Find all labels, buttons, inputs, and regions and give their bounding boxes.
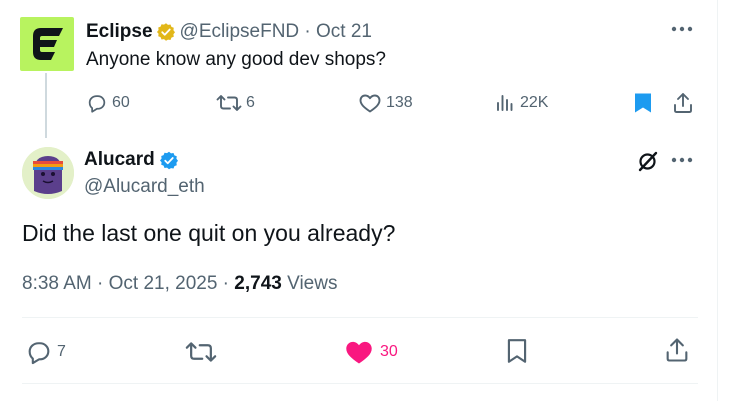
like-button[interactable]: 138 bbox=[358, 92, 413, 114]
tweet-date[interactable]: Oct 21 bbox=[316, 20, 372, 44]
tweet-time[interactable]: 8:38 AM bbox=[22, 273, 92, 294]
reply-count: 7 bbox=[57, 343, 66, 360]
tweet-text: Anyone know any good dev shops? bbox=[86, 49, 386, 70]
gold-verified-badge-icon[interactable] bbox=[156, 22, 176, 42]
repost-button[interactable]: 6 bbox=[216, 92, 255, 114]
tweet-date[interactable]: Oct 21, 2025 bbox=[109, 273, 218, 294]
grok-icon[interactable] bbox=[634, 147, 662, 175]
repost-icon bbox=[216, 95, 242, 111]
author-name[interactable]: Alucard bbox=[84, 148, 155, 172]
divider bbox=[22, 383, 698, 384]
bookmark-filled-icon bbox=[635, 93, 651, 113]
reply-icon bbox=[28, 342, 50, 365]
views-count: 2,743 bbox=[234, 273, 282, 294]
share-icon bbox=[674, 93, 692, 113]
eclipse-logo-icon[interactable] bbox=[20, 17, 74, 71]
repost-count: 6 bbox=[246, 94, 255, 111]
like-count: 138 bbox=[386, 94, 413, 111]
heart-filled-icon bbox=[346, 341, 372, 364]
meta-separator: · bbox=[299, 21, 317, 42]
repost-button[interactable] bbox=[185, 338, 217, 366]
author-name[interactable]: Eclipse bbox=[86, 20, 153, 44]
bookmark-button[interactable] bbox=[505, 337, 529, 365]
more-options-icon[interactable] bbox=[667, 18, 697, 40]
analytics-icon bbox=[497, 95, 513, 111]
heart-icon bbox=[359, 94, 381, 113]
author-handle[interactable]: @EclipseFND bbox=[180, 20, 300, 44]
bookmark-icon bbox=[507, 339, 527, 363]
timestamp-row: 8:38 AM · Oct 21, 2025 · 2,743 Views bbox=[22, 272, 337, 296]
like-count: 30 bbox=[380, 343, 398, 360]
share-icon bbox=[666, 338, 688, 362]
reply-count: 60 bbox=[112, 94, 130, 111]
like-button[interactable]: 30 bbox=[343, 338, 398, 366]
alucard-avatar-image bbox=[22, 147, 74, 199]
more-options-icon[interactable] bbox=[667, 148, 697, 172]
views-label: Views bbox=[281, 273, 338, 294]
meta-separator: · bbox=[217, 273, 235, 294]
divider bbox=[22, 317, 698, 318]
views-button[interactable]: 22K bbox=[494, 92, 548, 114]
tweet-text: Did the last one quit on you already? bbox=[22, 220, 396, 246]
meta-separator: · bbox=[91, 273, 109, 294]
reply-button[interactable]: 60 bbox=[86, 92, 130, 114]
parent-tweet-header: Eclipse @EclipseFND · Oct 21 bbox=[86, 20, 372, 44]
reply-icon bbox=[88, 95, 106, 113]
share-button[interactable] bbox=[672, 91, 694, 115]
avatar[interactable] bbox=[22, 147, 74, 199]
bookmark-button[interactable] bbox=[632, 91, 654, 115]
parent-tweet[interactable]: Eclipse @EclipseFND · Oct 21 Anyone know… bbox=[0, 0, 717, 138]
reply-author-row: Alucard bbox=[84, 148, 183, 172]
eclipse-logo-shape bbox=[33, 28, 63, 60]
reply-button[interactable]: 7 bbox=[24, 338, 66, 366]
views-count: 22K bbox=[520, 94, 549, 111]
thread-connector-line bbox=[45, 73, 47, 138]
blue-verified-badge-icon[interactable] bbox=[159, 150, 179, 170]
share-button[interactable] bbox=[664, 336, 690, 364]
author-handle[interactable]: @Alucard_eth bbox=[84, 175, 205, 199]
right-border bbox=[717, 0, 718, 401]
repost-icon bbox=[185, 342, 217, 362]
